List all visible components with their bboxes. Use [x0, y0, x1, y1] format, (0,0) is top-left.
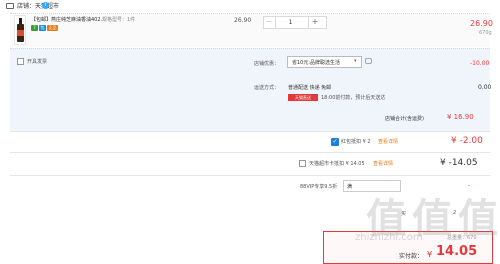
points-count: 2 [453, 210, 457, 216]
redpacket-details-link[interactable]: 查看详情 [378, 138, 398, 145]
service-tag: 正品 [47, 25, 58, 31]
bottle-label-image [17, 30, 24, 36]
shipping-method: 普通配送 快递 免邮 [288, 85, 332, 91]
chevron-down-icon[interactable]: ▾ [354, 58, 357, 64]
service-tag: 包 [39, 25, 46, 31]
coupon-selected-value[interactable]: 省10元:品牌聪选生活 [292, 59, 340, 66]
shipping-label: 运送方式： [254, 85, 280, 91]
payment-label: 实付款： [399, 253, 424, 260]
invoice-checkbox[interactable] [17, 58, 24, 65]
store-total-label: 店铺合计(含运费) [385, 116, 424, 122]
redpacket-checkbox[interactable]: ✓ [331, 138, 339, 146]
shipping-fee: 0.00 [478, 84, 492, 91]
store-header [0, 0, 500, 12]
card-label[interactable]: 天猫超市卡抵扣 ¥ 14.05 [309, 160, 365, 167]
quantity-input[interactable]: 1 [276, 16, 305, 29]
line-total: 26.90 [470, 19, 493, 28]
card-amount: ¥ -14.05 [440, 158, 478, 168]
unit-price: 26.90 [234, 17, 252, 24]
redpacket-amount: ¥ -2.00 [451, 136, 483, 146]
product-spec: 规格型号：1件 [102, 17, 136, 23]
shipping-note: 18:00前付款，预计后天送达 [321, 95, 386, 101]
vip-label: 88VIP专享9.5折 [300, 184, 338, 190]
shipping-tag: 天猫直送 [288, 94, 318, 101]
store-name[interactable]: 店铺：天猫超市 [17, 1, 59, 10]
coupon-amount: -10.00 [470, 60, 490, 67]
info-badge-icon[interactable]: i [42, 2, 49, 9]
store-total-value: ¥ 16.90 [447, 113, 474, 121]
quantity-decrease-button[interactable]: − [263, 16, 276, 29]
coupon-label: 店铺优惠： [254, 61, 280, 67]
divider [10, 131, 490, 132]
payment-amount: 14.05 [436, 244, 478, 259]
watermark-site: zhizhizhi.com [355, 232, 423, 243]
vip-select-value[interactable]: 满 [347, 183, 352, 190]
invoice-label[interactable]: 开具发票 [27, 58, 47, 65]
card-checkbox[interactable] [299, 160, 306, 167]
chat-bubble-icon[interactable] [365, 58, 372, 64]
payment-currency: ¥ [427, 250, 433, 259]
watermark-glyph: 值 [458, 195, 498, 242]
service-tag: 7 [31, 25, 38, 31]
redpacket-label[interactable]: 红包抵扣 ¥ 2 [341, 138, 371, 145]
line-weight: 670g [479, 30, 492, 36]
store-icon [6, 3, 14, 9]
card-details-link[interactable]: 查看详情 [373, 160, 393, 167]
quantity-increase-button[interactable]: + [308, 16, 321, 29]
product-title[interactable]: 【包邮】燕庄纯芝麻油香油402... [31, 16, 105, 23]
divider [10, 175, 490, 176]
divider [10, 152, 490, 153]
